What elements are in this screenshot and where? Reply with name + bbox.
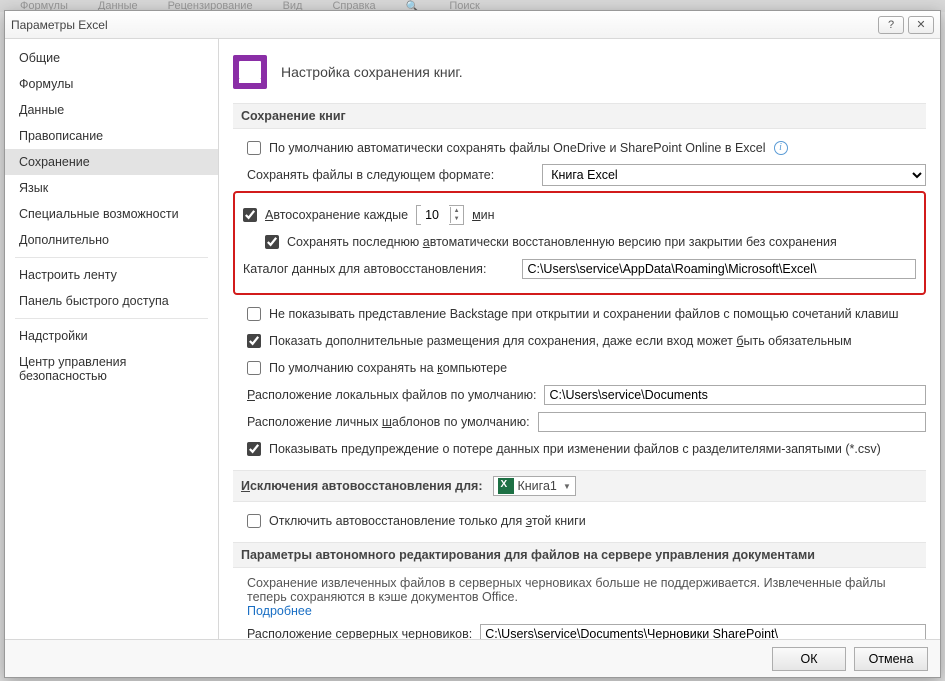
ok-button[interactable]: ОК bbox=[772, 647, 846, 671]
close-button[interactable]: ✕ bbox=[908, 16, 934, 34]
sidebar-item-addins[interactable]: Надстройки bbox=[5, 323, 218, 349]
spin-up-icon[interactable]: ▲ bbox=[450, 207, 462, 215]
sidebar-item-formulas[interactable]: Формулы bbox=[5, 71, 218, 97]
checkbox-autosave[interactable] bbox=[243, 208, 257, 222]
sidebar-item-advanced[interactable]: Дополнительно bbox=[5, 227, 218, 253]
input-templates-path[interactable] bbox=[538, 412, 926, 432]
spinner-autosave-minutes[interactable]: ▲▼ bbox=[416, 205, 464, 225]
checkbox-show-additional[interactable] bbox=[247, 334, 261, 348]
spin-down-icon[interactable]: ▼ bbox=[450, 215, 462, 223]
sidebar-item-customize-ribbon[interactable]: Настроить ленту bbox=[5, 262, 218, 288]
offline-note: Сохранение извлеченных файлов в серверны… bbox=[247, 576, 886, 604]
checkbox-default-cloud[interactable] bbox=[247, 141, 261, 155]
dialog-footer: ОК Отмена bbox=[5, 639, 940, 677]
label-csv-warning: Показывать предупреждение о потере данны… bbox=[269, 442, 881, 456]
section-offline-editing: Параметры автономного редактирования для… bbox=[233, 542, 926, 568]
titlebar: Параметры Excel ? ✕ bbox=[5, 11, 940, 39]
options-dialog: Параметры Excel ? ✕ Общие Формулы Данные… bbox=[4, 10, 941, 678]
label-minutes: мин bbox=[472, 208, 494, 222]
label-default-cloud: По умолчанию автоматически сохранять фай… bbox=[269, 141, 766, 155]
chevron-down-icon: ▼ bbox=[563, 482, 571, 491]
sidebar-item-accessibility[interactable]: Специальные возможности bbox=[5, 201, 218, 227]
sidebar-item-trust-center[interactable]: Центр управления безопасностью bbox=[5, 349, 218, 389]
sidebar-item-general[interactable]: Общие bbox=[5, 45, 218, 71]
sidebar-item-save[interactable]: Сохранение bbox=[5, 149, 218, 175]
checkbox-default-computer[interactable] bbox=[247, 361, 261, 375]
input-drafts-path[interactable] bbox=[480, 624, 926, 639]
checkbox-no-backstage[interactable] bbox=[247, 307, 261, 321]
link-learn-more[interactable]: Подробнее bbox=[247, 604, 312, 618]
label-file-format: Сохранять файлы в следующем формате: bbox=[247, 168, 494, 182]
label-show-additional: Показать дополнительные размещения для с… bbox=[269, 334, 852, 348]
page-title: Настройка сохранения книг. bbox=[281, 64, 463, 80]
autosave-highlight-box: Автосохранение каждые ▲▼ мин Сохранять п… bbox=[233, 191, 926, 295]
label-drafts-path: Расположение серверных черновиков: bbox=[247, 627, 472, 639]
label-templates-path: Расположение личных шаблонов по умолчани… bbox=[247, 415, 530, 429]
sidebar-item-data[interactable]: Данные bbox=[5, 97, 218, 123]
checkbox-keep-last[interactable] bbox=[265, 235, 279, 249]
label-autosave: Автосохранение каждые bbox=[265, 208, 408, 222]
sidebar-item-language[interactable]: Язык bbox=[5, 175, 218, 201]
input-autorecover-path[interactable] bbox=[522, 259, 916, 279]
help-button[interactable]: ? bbox=[878, 16, 904, 34]
sidebar-item-quick-access[interactable]: Панель быстрого доступа bbox=[5, 288, 218, 314]
section-save-books: Сохранение книг bbox=[233, 103, 926, 129]
label-no-backstage: Не показывать представление Backstage пр… bbox=[269, 307, 899, 321]
checkbox-disable-autorecover[interactable] bbox=[247, 514, 261, 528]
select-workbook[interactable]: Книга1 ▼ bbox=[493, 476, 576, 496]
label-local-path: Расположение локальных файлов по умолчан… bbox=[247, 388, 536, 402]
excel-icon bbox=[498, 478, 514, 494]
input-autosave-minutes[interactable] bbox=[421, 205, 449, 225]
content-pane: Настройка сохранения книг. Сохранение кн… bbox=[219, 39, 940, 639]
label-default-computer: По умолчанию сохранять на компьютере bbox=[269, 361, 507, 375]
label-autorecover-path: Каталог данных для автовосстановления: bbox=[243, 262, 486, 276]
save-icon bbox=[233, 55, 267, 89]
info-icon[interactable]: i bbox=[774, 141, 788, 155]
section-autorecover-exceptions: Исключения автовосстановления для: Книга… bbox=[233, 470, 926, 502]
checkbox-csv-warning[interactable] bbox=[247, 442, 261, 456]
select-file-format[interactable]: Книга Excel bbox=[542, 164, 926, 186]
label-keep-last: Сохранять последнюю автоматически восста… bbox=[287, 235, 837, 249]
sidebar-item-proofing[interactable]: Правописание bbox=[5, 123, 218, 149]
sidebar: Общие Формулы Данные Правописание Сохран… bbox=[5, 39, 219, 639]
label-disable-autorecover: Отключить автовосстановление только для … bbox=[269, 514, 586, 528]
cancel-button[interactable]: Отмена bbox=[854, 647, 928, 671]
dialog-title: Параметры Excel bbox=[11, 18, 874, 32]
input-local-path[interactable] bbox=[544, 385, 926, 405]
